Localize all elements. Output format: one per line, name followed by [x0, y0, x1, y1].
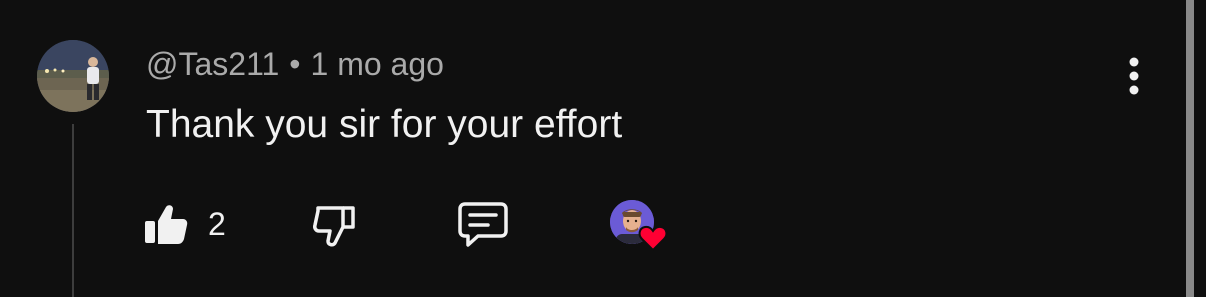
creator-heart-icon: [638, 225, 668, 252]
reply-button[interactable]: [456, 196, 510, 252]
reply-comment-icon: [458, 202, 508, 247]
dislike-button[interactable]: [310, 196, 358, 252]
thumb-down-outline-icon: [313, 206, 355, 247]
reply-thread-line: [72, 124, 74, 297]
more-vertical-icon: [1129, 57, 1139, 95]
comment-card: @Tas211 • 1 mo ago Thank you sir for your …: [0, 0, 1206, 297]
thumb-up-filled-icon: [145, 205, 188, 244]
scrollbar[interactable]: [1186, 0, 1194, 297]
meta-separator: •: [289, 46, 301, 82]
comment-meta: @Tas211 • 1 mo ago: [146, 44, 444, 84]
author-avatar[interactable]: [37, 40, 109, 112]
comment-text: Thank you sir for your effort: [146, 103, 623, 146]
like-button[interactable]: 2: [140, 196, 226, 252]
avatar-image: [37, 40, 109, 112]
comment-timestamp[interactable]: 1 mo ago: [311, 46, 444, 82]
like-count: 2: [208, 205, 226, 242]
creator-heart-badge: [608, 196, 668, 252]
author-handle[interactable]: @Tas211: [146, 46, 279, 82]
more-options-button[interactable]: [1112, 54, 1156, 98]
creator-heart-avatar: [608, 196, 668, 252]
